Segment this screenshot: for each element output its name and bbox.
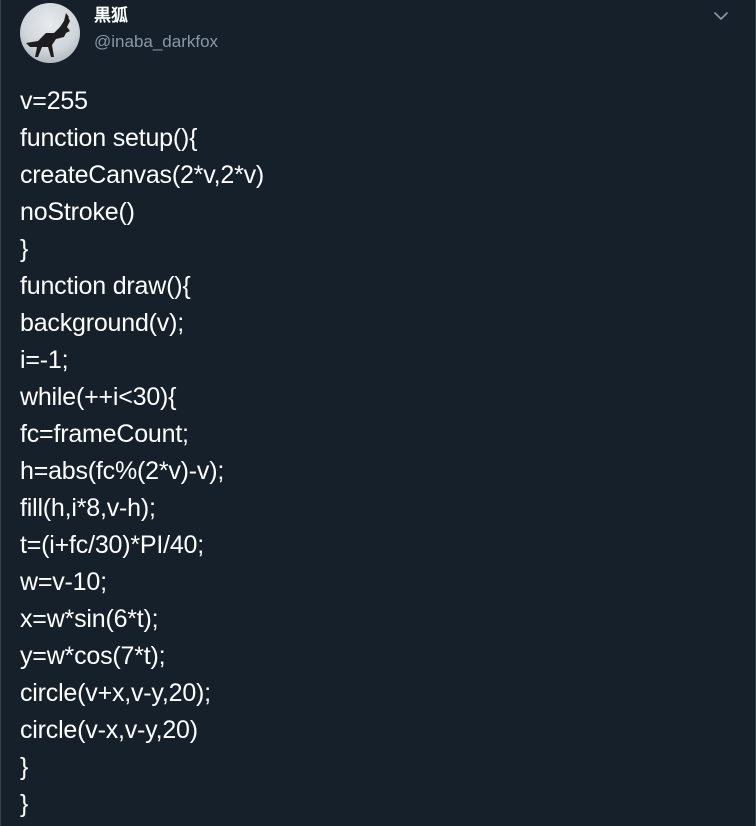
code-line: x=w*sin(6*t); xyxy=(20,605,159,633)
avatar[interactable] xyxy=(20,3,80,63)
code-line: t=(i+fc/30)*PI/40; xyxy=(20,531,204,559)
code-line: noStroke() xyxy=(20,198,135,226)
code-line: function draw(){ xyxy=(20,272,191,300)
code-line: fc=frameCount; xyxy=(20,420,189,448)
code-line: } xyxy=(20,235,29,263)
user-handle[interactable]: @inaba_darkfox xyxy=(94,31,218,53)
chevron-down-icon xyxy=(714,12,728,20)
code-line: circle(v-x,v-y,20) xyxy=(20,716,198,744)
code-line: fill(h,i*8,v-h); xyxy=(20,494,156,522)
code-line: circle(v+x,v-y,20); xyxy=(20,679,211,707)
tweet: 黒狐 @inaba_darkfox v=255 function setup(){… xyxy=(0,0,756,826)
code-line: i=-1; xyxy=(20,346,69,374)
tweet-text: v=255 function setup(){ createCanvas(2*v,2… xyxy=(20,83,745,823)
code-line: y=w*cos(7*t); xyxy=(20,642,166,670)
code-line: v=255 xyxy=(20,87,88,115)
code-line: function setup(){ xyxy=(20,124,198,152)
code-line: background(v); xyxy=(20,309,184,337)
code-line: h=abs(fc%(2*v)-v); xyxy=(20,457,225,485)
code-line: } xyxy=(20,790,29,818)
tweet-header: 黒狐 @inaba_darkfox xyxy=(1,0,755,70)
code-line: w=v-10; xyxy=(20,568,107,596)
fox-silhouette-icon xyxy=(26,13,70,57)
tweet-menu-button[interactable] xyxy=(709,4,733,28)
code-line: createCanvas(2*v,2*v) xyxy=(20,161,265,189)
code-line: } xyxy=(20,753,29,781)
code-line: while(++i<30){ xyxy=(20,383,177,411)
display-name[interactable]: 黒狐 xyxy=(94,5,128,27)
